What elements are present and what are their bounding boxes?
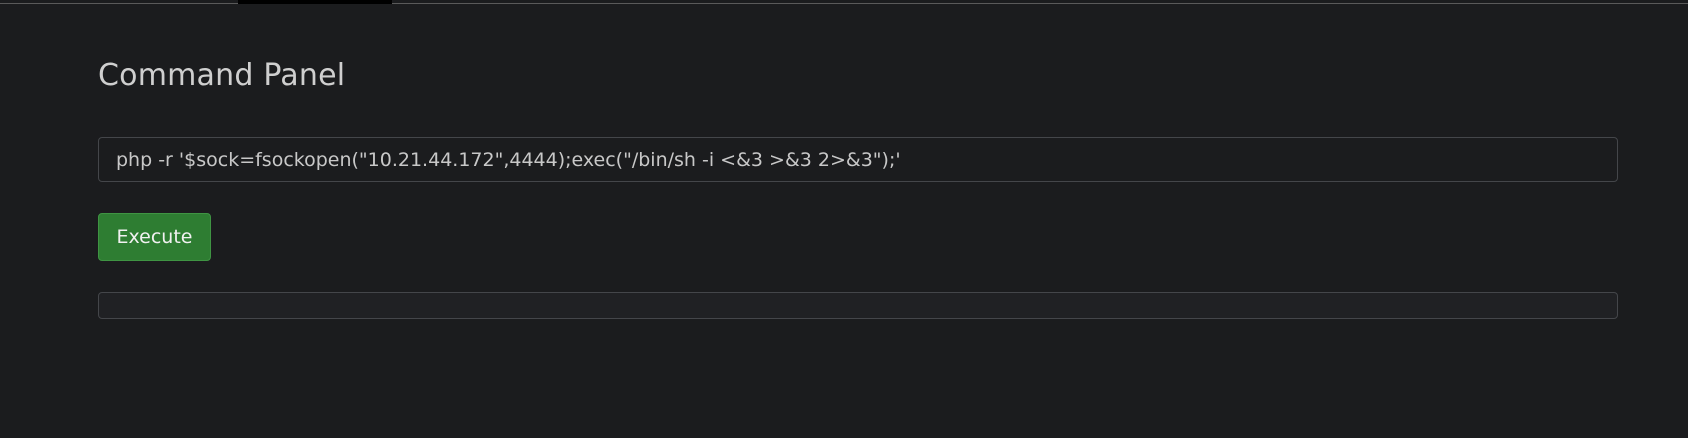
active-tab-indicator <box>238 0 392 4</box>
execute-button[interactable]: Execute <box>98 213 211 261</box>
command-input[interactable] <box>98 137 1618 182</box>
command-output <box>98 292 1618 319</box>
page-title: Command Panel <box>98 58 346 93</box>
